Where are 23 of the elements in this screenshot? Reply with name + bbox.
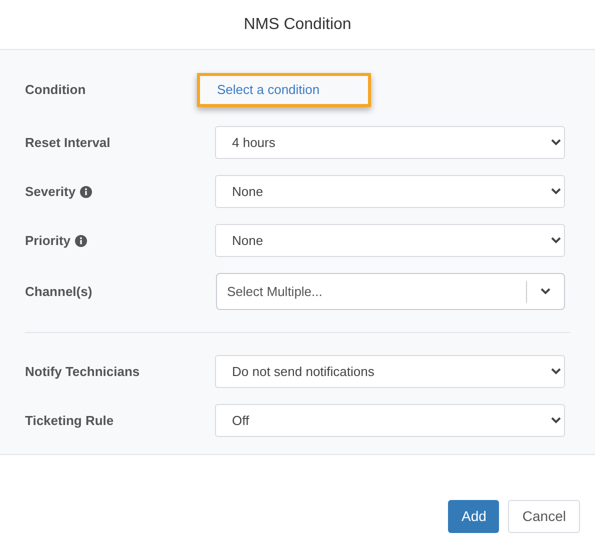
condition-link[interactable]: Select a condition	[197, 73, 371, 107]
dialog-title: NMS Condition	[244, 14, 352, 34]
chevron-icon	[551, 417, 561, 424]
chevron-icon	[551, 368, 561, 375]
multi-select-field[interactable]: Select Multiple...	[216, 273, 565, 310]
dropdown[interactable]: Off	[215, 404, 565, 437]
field-label: Ticketing Rule	[25, 412, 114, 430]
add-button[interactable]: Add	[448, 500, 500, 533]
dropdown[interactable]: None	[215, 224, 565, 257]
field-label: Channel(s)	[25, 282, 92, 301]
dropdown[interactable]: Do not send notifications	[215, 355, 565, 388]
field-label: Notify Technicians	[25, 362, 140, 381]
field-label: Priority	[25, 232, 71, 250]
chevron-icon	[551, 188, 561, 195]
chevron-icon	[551, 139, 561, 146]
dropdown[interactable]: 4 hours	[215, 126, 565, 159]
cancel-button[interactable]: Cancel	[508, 500, 580, 533]
field-label: Reset Interval	[25, 134, 110, 152]
field-label: Severity	[25, 182, 76, 201]
chevron-icon	[540, 288, 551, 295]
chevron-icon	[551, 237, 561, 244]
dropdown[interactable]: None	[215, 175, 565, 208]
field-label: Condition	[25, 81, 86, 100]
